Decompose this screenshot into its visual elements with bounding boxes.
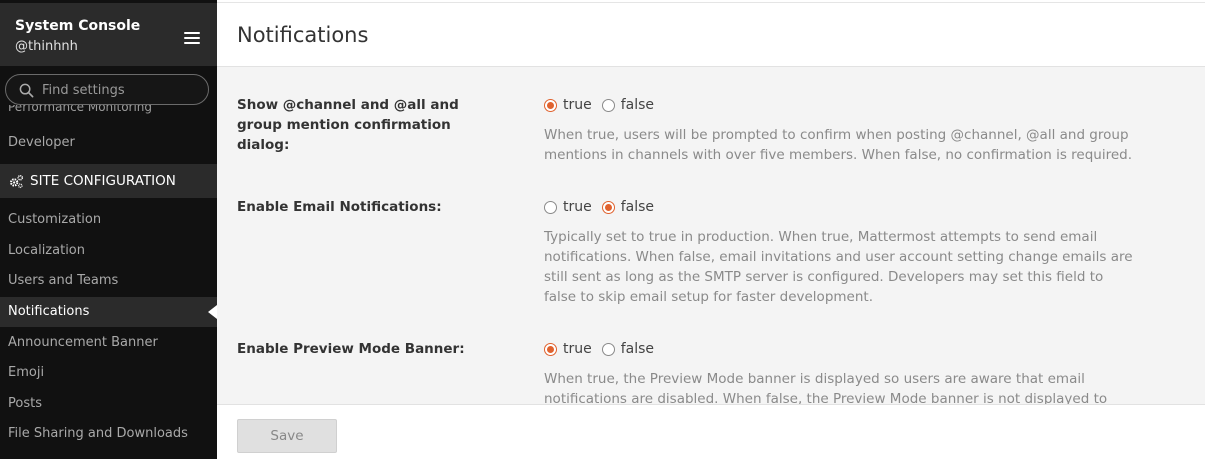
radio-false[interactable]: false — [601, 199, 654, 215]
setting-label-preview-mode-banner: Enable Preview Mode Banner: — [237, 341, 465, 357]
active-pointer-icon — [208, 305, 217, 319]
radio-group-email-notifications: true false — [544, 198, 664, 216]
radio-checked-icon — [601, 200, 615, 214]
sidebar-item-customization[interactable]: Customization — [8, 212, 101, 227]
search-input[interactable] — [42, 80, 202, 100]
sidebar-item-announcement-banner[interactable]: Announcement Banner — [8, 335, 158, 350]
footer-bar: Save — [217, 404, 1205, 459]
sidebar-header: System Console @thinhnh — [0, 3, 217, 66]
sidebar-item-file-sharing[interactable]: File Sharing and Downloads — [8, 426, 188, 441]
sidebar-item-developer[interactable]: Developer — [8, 135, 75, 150]
gears-icon — [10, 174, 24, 189]
page-header: Notifications — [217, 3, 1205, 67]
radio-true[interactable]: true — [544, 341, 592, 357]
sidebar-item-localization[interactable]: Localization — [8, 243, 85, 258]
sidebar: System Console @thinhnh Performance Moni… — [0, 0, 217, 459]
search-icon — [19, 83, 34, 98]
radio-group-preview-mode-banner: true false — [544, 340, 664, 358]
radio-unchecked-icon — [544, 200, 557, 214]
sidebar-item-emoji[interactable]: Emoji — [8, 365, 44, 380]
radio-group-mention-confirmation: true false — [544, 96, 664, 114]
help-text-preview-mode-banner: When true, the Preview Mode banner is di… — [544, 371, 1108, 404]
setting-label-email-notifications: Enable Email Notifications: — [237, 199, 442, 215]
sidebar-item-performance-monitoring[interactable]: Performance Monitoring — [8, 105, 152, 115]
section-site-configuration: SITE CONFIGURATION — [0, 164, 217, 198]
radio-unchecked-icon — [601, 98, 615, 112]
save-button[interactable]: Save — [237, 419, 337, 453]
sidebar-item-users-and-teams[interactable]: Users and Teams — [8, 273, 118, 288]
radio-false[interactable]: false — [601, 97, 654, 113]
radio-checked-icon — [544, 342, 557, 356]
section-title: SITE CONFIGURATION — [30, 173, 176, 189]
radio-unchecked-icon — [601, 342, 615, 356]
page-title: Notifications — [237, 23, 369, 47]
menu-icon[interactable] — [184, 32, 200, 44]
username: @thinhnh — [15, 39, 78, 54]
radio-checked-icon — [544, 98, 557, 112]
sidebar-item-notifications[interactable]: Notifications — [0, 297, 217, 327]
settings-content: Show @channel and @all and group mention… — [217, 68, 1205, 404]
sidebar-item-posts[interactable]: Posts — [8, 396, 42, 411]
radio-true[interactable]: true — [544, 97, 592, 113]
console-title: System Console — [15, 18, 141, 34]
main-panel: Notifications Show @channel and @all and… — [217, 0, 1205, 459]
radio-true[interactable]: true — [544, 199, 592, 215]
help-text-mention-confirmation: When true, users will be prompted to con… — [544, 127, 1133, 163]
settings-search[interactable] — [5, 74, 209, 105]
setting-label-mention-confirmation: Show @channel and @all and group mention… — [237, 97, 459, 153]
help-text-email-notifications: Typically set to true in production. Whe… — [544, 229, 1133, 305]
sidebar-item-label: Notifications — [8, 304, 90, 319]
radio-false[interactable]: false — [601, 341, 654, 357]
